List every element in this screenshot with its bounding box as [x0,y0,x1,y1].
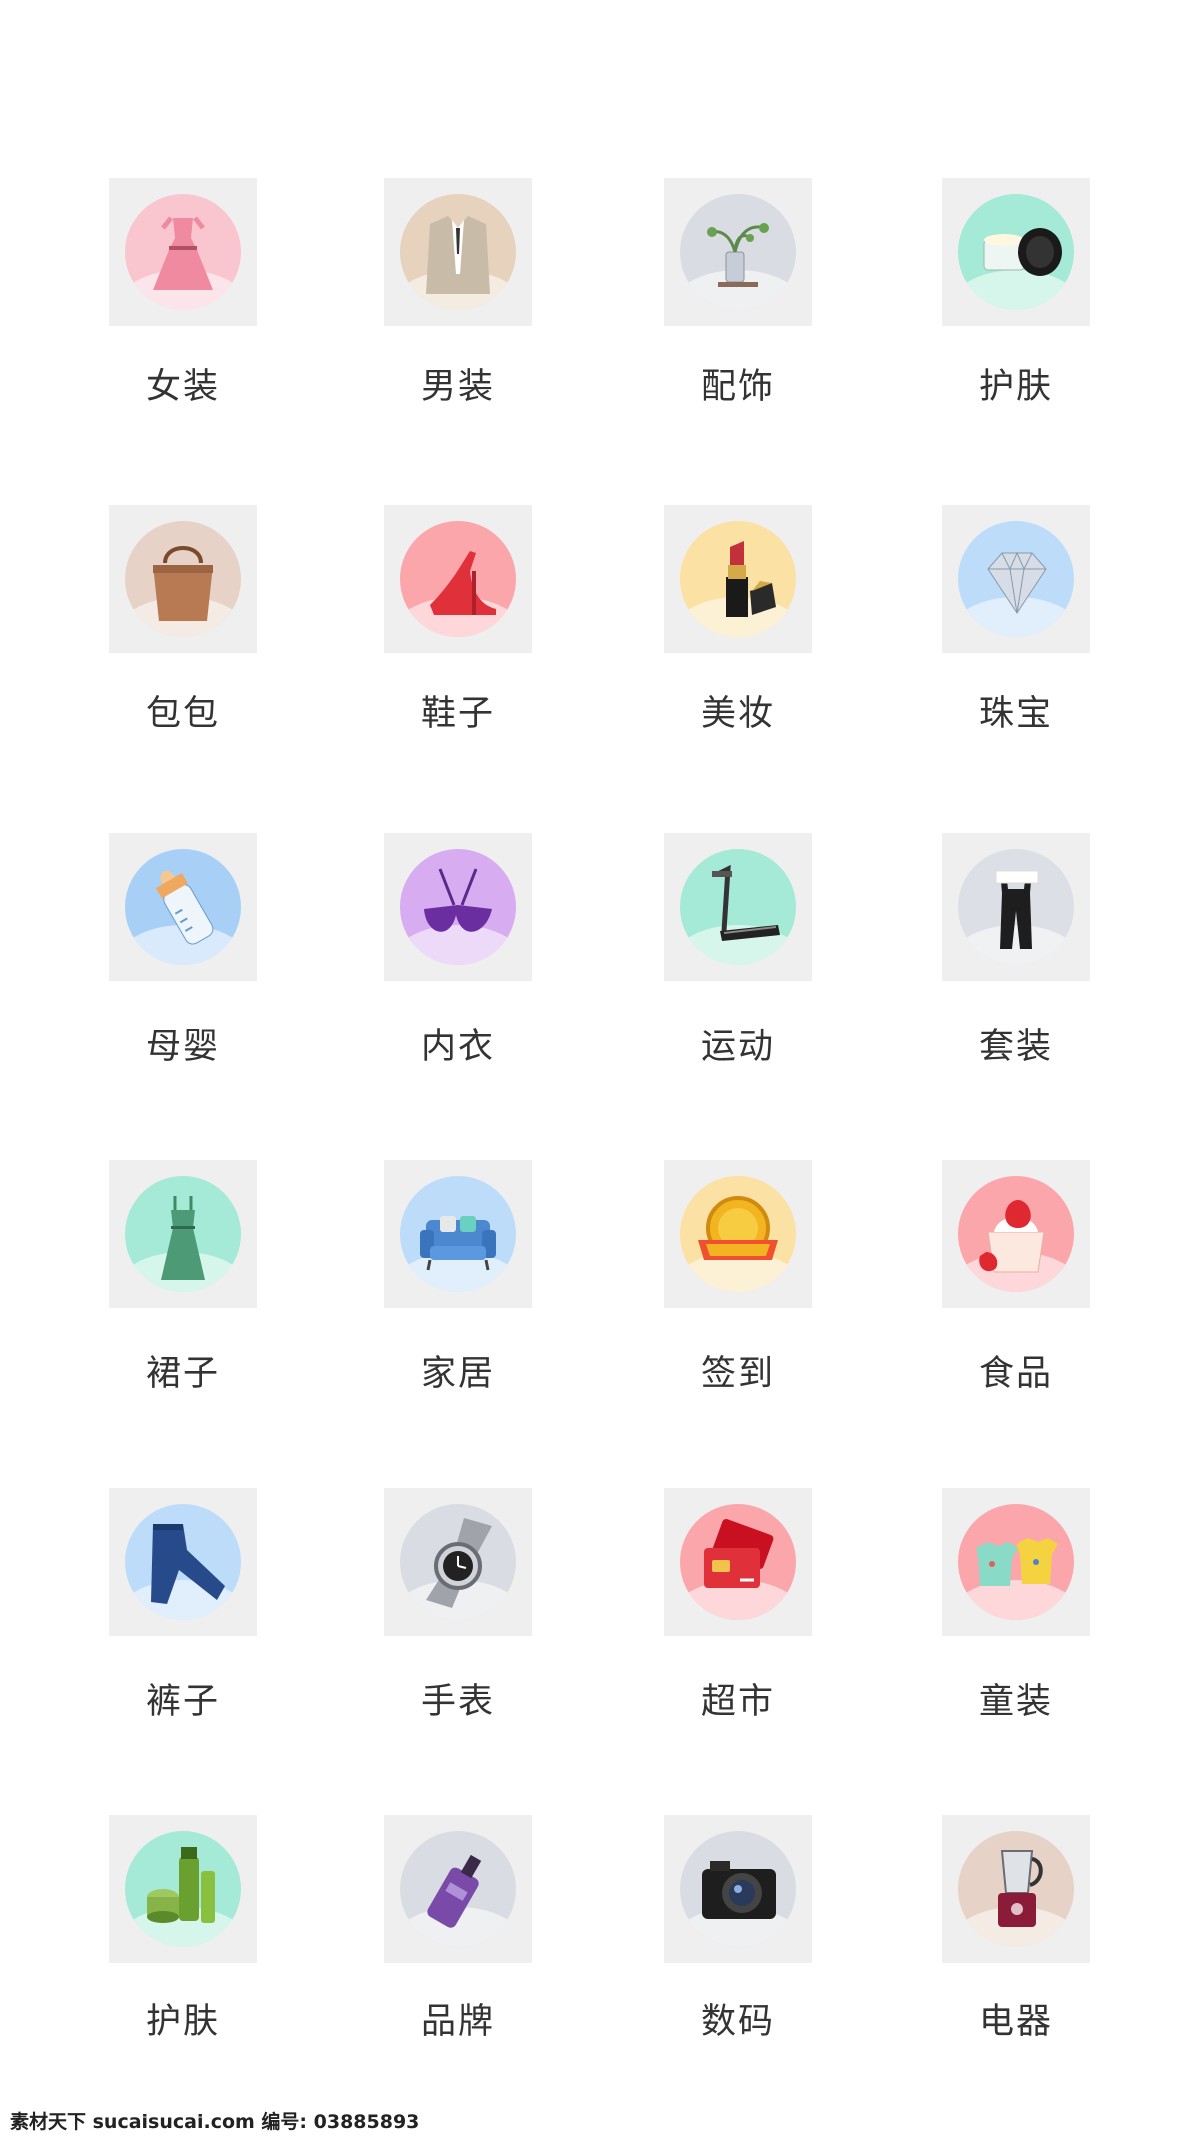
category-label: 珠宝 [978,694,1053,734]
category-tile [109,1815,257,1963]
category-item[interactable]: 签到 [618,1160,858,1420]
diamond-icon [958,521,1074,637]
category-label: 套装 [978,1027,1053,1067]
handbag-icon [125,521,241,637]
category-tile [664,833,812,981]
category-label: 手表 [420,1682,495,1722]
category-label: 母婴 [145,1027,220,1067]
category-label: 数码 [700,2002,775,2042]
category-item[interactable]: 母婴 [63,833,303,1093]
category-label: 食品 [978,1354,1053,1394]
category-item[interactable]: 童装 [896,1488,1136,1748]
category-item[interactable]: 裤子 [63,1488,303,1748]
vase-icon [680,194,796,310]
category-tile [109,505,257,653]
category-tile [109,1488,257,1636]
category-tile [942,833,1090,981]
category-item[interactable]: 护肤 [896,178,1136,438]
category-tile [384,833,532,981]
category-item[interactable]: 套装 [896,833,1136,1093]
category-label: 内衣 [420,1027,495,1067]
category-item[interactable]: 食品 [896,1160,1136,1420]
category-tile [109,833,257,981]
sofa-icon [400,1176,516,1292]
watermark-text: 素材天下 sucaisucai.com 编号: 03885893 [10,2111,420,2133]
overalls-icon [958,849,1074,965]
category-label: 签到 [700,1354,775,1394]
category-item[interactable]: 内衣 [338,833,578,1093]
category-label: 配饰 [700,367,775,407]
category-tile [384,178,532,326]
baby-bottle-icon [125,849,241,965]
treadmill-icon [680,849,796,965]
category-item[interactable]: 美妆 [618,505,858,765]
category-tile [942,1488,1090,1636]
category-label: 超市 [700,1682,775,1722]
category-item[interactable]: 珠宝 [896,505,1136,765]
category-item[interactable]: 品牌 [338,1815,578,2075]
watch-icon [400,1504,516,1620]
category-tile [942,1160,1090,1308]
category-grid: 女装 男装 配饰 护肤 包包 鞋子 美妆 珠宝 母婴 内衣 运动 套装 裙子 家居 签到 食品 裤子 手表 超市 童装… [0,0,1200,2142]
category-label: 裤子 [145,1682,220,1722]
category-label: 童装 [978,1682,1053,1722]
gold-coin-icon [680,1176,796,1292]
category-item[interactable]: 包包 [63,505,303,765]
category-item[interactable]: 运动 [618,833,858,1093]
perfume-bottle-icon [400,1831,516,1947]
category-label: 男装 [420,367,495,407]
category-item[interactable]: 男装 [338,178,578,438]
high-heel-icon [400,521,516,637]
category-tile [664,1160,812,1308]
category-item[interactable]: 家居 [338,1160,578,1420]
category-label: 裙子 [145,1354,220,1394]
category-tile [109,1160,257,1308]
category-tile [384,1488,532,1636]
category-tile [664,1815,812,1963]
category-tile [384,505,532,653]
category-item[interactable]: 女装 [63,178,303,438]
kids-tshirt-icon [958,1504,1074,1620]
category-tile [942,1815,1090,1963]
category-label: 护肤 [145,2002,220,2042]
category-item[interactable]: 电器 [896,1815,1136,2075]
category-label: 家居 [420,1354,495,1394]
category-item[interactable]: 手表 [338,1488,578,1748]
strawberry-dessert-icon [958,1176,1074,1292]
green-dress-icon [125,1176,241,1292]
bra-icon [400,849,516,965]
dress-icon [125,194,241,310]
category-label: 护肤 [978,367,1053,407]
category-label: 鞋子 [420,694,495,734]
jeans-icon [125,1504,241,1620]
category-tile [384,1815,532,1963]
category-item[interactable]: 配饰 [618,178,858,438]
category-label: 品牌 [420,2002,495,2042]
category-item[interactable]: 鞋子 [338,505,578,765]
blender-icon [958,1831,1074,1947]
category-item[interactable]: 护肤 [63,1815,303,2075]
category-tile [664,505,812,653]
camera-icon [680,1831,796,1947]
cream-jar-icon [958,194,1074,310]
category-tile [942,505,1090,653]
category-label: 包包 [145,694,220,734]
category-tile [664,178,812,326]
shopping-card-icon [680,1504,796,1620]
category-label: 运动 [700,1027,775,1067]
category-label: 女装 [145,367,220,407]
category-tile [384,1160,532,1308]
category-tile [942,178,1090,326]
suit-icon [400,194,516,310]
category-tile [109,178,257,326]
category-tile [664,1488,812,1636]
category-label: 美妆 [700,694,775,734]
lipstick-icon [680,521,796,637]
category-label: 电器 [978,2002,1053,2042]
skincare-bottles-icon [125,1831,241,1947]
category-item[interactable]: 数码 [618,1815,858,2075]
category-item[interactable]: 裙子 [63,1160,303,1420]
category-item[interactable]: 超市 [618,1488,858,1748]
